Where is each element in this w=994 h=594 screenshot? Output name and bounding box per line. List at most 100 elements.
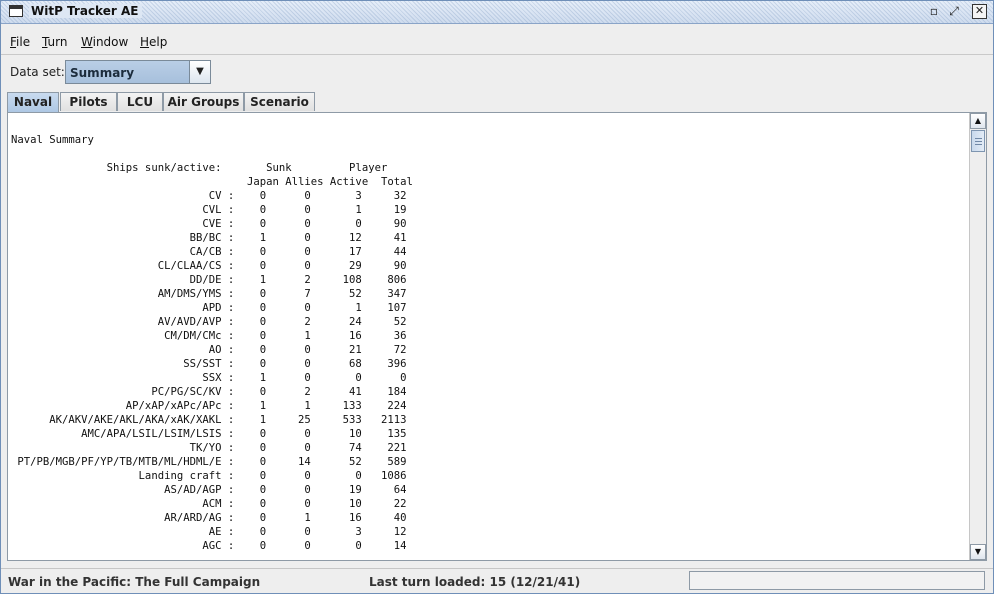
japan-sunk-value: 0 xyxy=(234,288,267,300)
player-total-value: 396 xyxy=(361,358,407,370)
japan-sunk-value: 0 xyxy=(234,190,267,202)
player-active-value: 52 xyxy=(310,288,362,300)
japan-sunk-value: 0 xyxy=(234,470,267,482)
ship-type-label: SS/SST : xyxy=(11,358,235,370)
ship-type-label: ACM : xyxy=(11,498,235,510)
app-window: WitP Tracker AE ▫ ⤢ ✕ File Turn Window H… xyxy=(0,0,994,594)
japan-sunk-value: 0 xyxy=(234,498,267,510)
ship-type-label: AE : xyxy=(11,526,235,538)
player-active-value: 16 xyxy=(310,330,362,342)
player-total-value: 12 xyxy=(361,526,407,538)
tab-air-groups[interactable]: Air Groups xyxy=(163,92,244,111)
menu-file[interactable]: File xyxy=(10,35,30,49)
japan-sunk-value: 0 xyxy=(234,456,267,468)
maximize-icon[interactable]: ⤢ xyxy=(947,4,961,18)
player-total-value: 90 xyxy=(361,260,407,272)
player-active-value: 68 xyxy=(310,358,362,370)
player-active-value: 0 xyxy=(310,470,362,482)
tab-scenario[interactable]: Scenario xyxy=(244,92,315,111)
ship-type-label: CM/DM/CMc : xyxy=(11,330,235,342)
menu-turn[interactable]: Turn xyxy=(42,35,67,49)
player-total-value: 1086 xyxy=(361,470,407,482)
allies-sunk-value: 0 xyxy=(266,246,311,258)
ship-type-label: PC/PG/SC/KV : xyxy=(11,386,235,398)
allies-sunk-value: 0 xyxy=(266,470,311,482)
dataset-selected-value: Summary xyxy=(70,66,135,80)
player-total-value: 40 xyxy=(361,512,407,524)
window-title: WitP Tracker AE xyxy=(29,4,143,18)
ship-type-label: CL/CLAA/CS : xyxy=(11,260,235,272)
dataset-dropdown[interactable]: Summary ▼ xyxy=(65,60,211,84)
player-total-value: 806 xyxy=(361,274,407,286)
allies-sunk-value: 2 xyxy=(266,316,311,328)
report-row: PC/PG/SC/KV : 0 2 41 184 xyxy=(11,386,406,398)
player-total-value: 64 xyxy=(361,484,407,496)
minimize-icon[interactable]: ▫ xyxy=(927,4,941,18)
last-turn-loaded: Last turn loaded: 15 (12/21/41) xyxy=(369,575,581,589)
ship-type-label: AR/ARD/AG : xyxy=(11,512,235,524)
player-total-value: 221 xyxy=(361,442,407,454)
chevron-down-icon[interactable]: ▼ xyxy=(189,61,210,83)
report-row: CV : 0 0 3 32 xyxy=(11,190,407,202)
allies-sunk-value: 1 xyxy=(266,512,311,524)
naval-summary-report: Naval Summary Ships sunk/active: Sunk Pl… xyxy=(11,133,413,553)
allies-sunk-value: 7 xyxy=(266,288,311,300)
scroll-down-icon[interactable]: ▼ xyxy=(970,544,986,560)
allies-sunk-value: 0 xyxy=(266,484,311,496)
tab-naval[interactable]: Naval xyxy=(7,92,59,112)
allies-sunk-value: 0 xyxy=(266,442,311,454)
allies-sunk-value: 0 xyxy=(266,358,311,370)
allies-sunk-value: 1 xyxy=(266,400,311,412)
player-active-value: 17 xyxy=(310,246,362,258)
scroll-thumb[interactable] xyxy=(971,130,985,152)
japan-sunk-value: 0 xyxy=(234,218,267,230)
scroll-up-icon[interactable]: ▲ xyxy=(970,113,986,129)
menu-window[interactable]: Window xyxy=(81,35,128,49)
ship-type-label: CA/CB : xyxy=(11,246,235,258)
player-active-value: 133 xyxy=(310,400,362,412)
japan-sunk-value: 0 xyxy=(234,316,267,328)
report-row: CL/CLAA/CS : 0 0 29 90 xyxy=(11,260,407,272)
title-bar[interactable]: WitP Tracker AE ▫ ⤢ ✕ xyxy=(1,1,993,24)
ship-type-label: PT/PB/MGB/PF/YP/TB/MTB/ML/HDML/E : xyxy=(11,456,235,468)
column-header-total: Total xyxy=(368,176,413,188)
japan-sunk-value: 0 xyxy=(234,302,267,314)
column-header-allies: Allies xyxy=(278,176,324,188)
report-row: AMC/APA/LSIL/LSIM/LSIS : 0 0 10 135 xyxy=(11,428,406,440)
column-header-japan: Japan xyxy=(234,176,279,188)
player-total-value: 36 xyxy=(361,330,407,342)
player-active-value: 0 xyxy=(310,372,362,384)
report-row: PT/PB/MGB/PF/YP/TB/MTB/ML/HDML/E : 0 14 … xyxy=(11,456,406,468)
allies-sunk-value: 0 xyxy=(266,218,311,230)
player-total-value: 90 xyxy=(361,218,407,230)
dataset-label: Data set: xyxy=(10,65,65,79)
allies-sunk-value: 1 xyxy=(266,330,311,342)
allies-sunk-value: 0 xyxy=(266,526,311,538)
player-total-value: 19 xyxy=(361,204,407,216)
report-row: CM/DM/CMc : 0 1 16 36 xyxy=(11,330,406,342)
tab-pilots[interactable]: Pilots xyxy=(60,92,117,111)
japan-sunk-value: 0 xyxy=(234,260,267,272)
allies-sunk-value: 0 xyxy=(266,204,311,216)
player-total-value: 0 xyxy=(361,372,407,384)
player-active-value: 21 xyxy=(310,344,362,356)
player-total-value: 32 xyxy=(361,190,407,202)
menu-help[interactable]: Help xyxy=(140,35,167,49)
close-icon[interactable]: ✕ xyxy=(972,4,987,19)
player-total-value: 135 xyxy=(361,428,407,440)
player-active-value: 0 xyxy=(310,218,362,230)
allies-sunk-value: 25 xyxy=(266,414,311,426)
vertical-scrollbar[interactable]: ▲ ▼ xyxy=(969,113,986,560)
ship-type-label: TK/YO : xyxy=(11,442,235,454)
group-player-header: Player xyxy=(323,162,413,174)
ship-type-label: AK/AKV/AKE/AKL/AKA/xAK/XAKL : xyxy=(11,414,235,426)
tab-lcu[interactable]: LCU xyxy=(117,92,163,111)
japan-sunk-value: 1 xyxy=(234,414,267,426)
report-panel: Naval Summary Ships sunk/active: Sunk Pl… xyxy=(7,112,987,561)
japan-sunk-value: 1 xyxy=(234,274,267,286)
ship-type-label: AV/AVD/AVP : xyxy=(11,316,235,328)
japan-sunk-value: 0 xyxy=(234,428,267,440)
ship-type-label: Landing craft : xyxy=(11,470,235,482)
ship-type-label: AM/DMS/YMS : xyxy=(11,288,235,300)
player-total-value: 184 xyxy=(361,386,407,398)
